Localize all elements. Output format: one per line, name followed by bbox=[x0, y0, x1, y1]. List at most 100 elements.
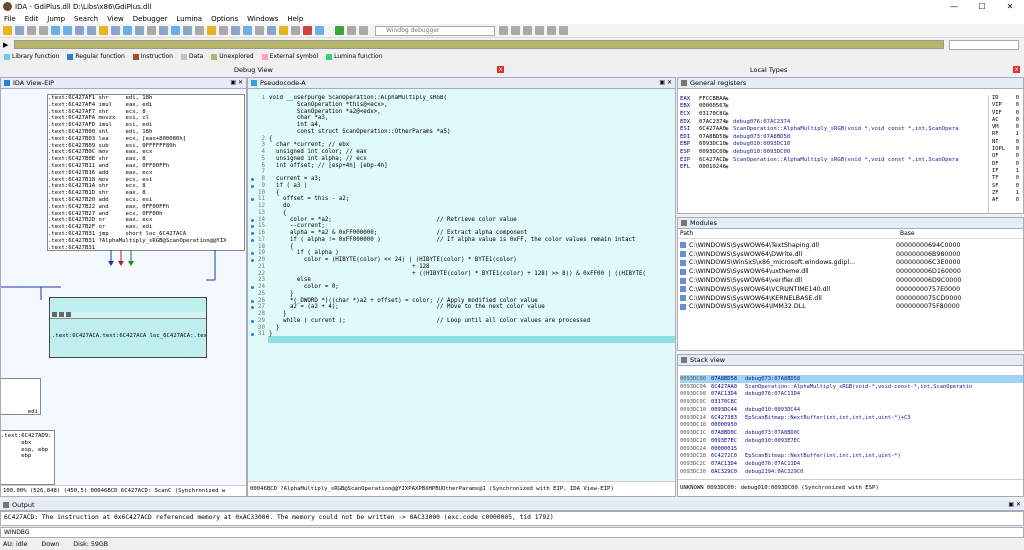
thread-icon[interactable] bbox=[243, 26, 252, 35]
graph-icon[interactable] bbox=[147, 26, 156, 35]
register-row[interactable]: EIP 6C427ACD ◉ ScanOperation::AlphaMultiply… bbox=[680, 156, 986, 164]
save-icon[interactable] bbox=[15, 26, 24, 35]
xrefs-icon[interactable] bbox=[135, 26, 144, 35]
asm-line[interactable]: .text:6C427B27 and ecx, 0FF00h bbox=[48, 211, 244, 218]
block-color-icon[interactable] bbox=[52, 312, 57, 318]
breakpoint-dot-icon[interactable] bbox=[251, 286, 254, 289]
code-line[interactable]: 30 } bbox=[248, 325, 675, 332]
register-value[interactable]: 6C427AA0 bbox=[699, 126, 726, 132]
code-line[interactable]: 20 color = (HIBYTE(color) << 24) | (HIBY… bbox=[248, 257, 675, 264]
register-row[interactable]: EDI 07A8BD58 ◉ debug073:07A8BD58 bbox=[680, 133, 986, 141]
module-row[interactable]: C:\WINDOWS\WinSxS\x86_microsoft.windows.… bbox=[678, 259, 1023, 268]
functions-icon[interactable] bbox=[111, 26, 120, 35]
menu-options[interactable]: Options bbox=[211, 15, 238, 23]
asm-line[interactable]: .text:6C427B31 ?AlphaMultiply_sRGB@ScanO… bbox=[48, 238, 244, 245]
asm-line[interactable]: .text:6C427ACA mov ecx, [ebp+offset] bbox=[193, 333, 206, 339]
pause-icon[interactable] bbox=[347, 26, 356, 35]
minimize-button[interactable]: — bbox=[940, 0, 968, 13]
code-line[interactable]: 29 while ( current ); // Loop until all … bbox=[248, 318, 675, 325]
code-line[interactable]: 1 void __userpurge ScanOperation::AlphaMu… bbox=[248, 95, 675, 102]
code-line[interactable]: 2{ bbox=[248, 136, 675, 143]
asm-line[interactable]: .text:6C427AF7 shr ecx, 8 bbox=[48, 109, 244, 116]
asm-line[interactable]: .text:6C427ACA bbox=[52, 333, 99, 339]
modules-col-path[interactable]: Path bbox=[680, 230, 900, 237]
asm-line[interactable]: .text:6C427B09 sub esi, 0FFFFFF80h bbox=[48, 143, 244, 150]
tab-local-types[interactable]: Local Types bbox=[750, 66, 787, 74]
register-row[interactable]: EDX 07AC2374 ◉ debug076:07AC2374 bbox=[680, 118, 986, 126]
stack-row[interactable]: 0093DC30 0AC329C0 debug2194:0AC329C0 bbox=[680, 468, 1023, 476]
asm-line[interactable]: .text:6C427B20 add ecx, esi bbox=[48, 197, 244, 204]
asm-line[interactable]: .text:6C427AD9: bbox=[1, 433, 54, 440]
step-into-icon[interactable] bbox=[523, 26, 532, 35]
calculator-icon[interactable] bbox=[291, 26, 300, 35]
lumina-icon[interactable] bbox=[315, 26, 324, 35]
code-line[interactable]: 23 else bbox=[248, 277, 675, 284]
code-line[interactable]: 9 if ( a3 ) bbox=[248, 183, 675, 190]
menu-lumina[interactable]: Lumina bbox=[176, 15, 202, 23]
close-debug-view-icon[interactable]: x bbox=[497, 66, 504, 73]
asm-block-top[interactable]: .text:6C427AF1 shr edi, 18h .text:6C427AF… bbox=[47, 94, 245, 251]
breakpoint-dot-icon[interactable] bbox=[251, 299, 254, 303]
breakpoint-dot-icon[interactable] bbox=[251, 238, 254, 242]
navigation-band[interactable] bbox=[14, 40, 945, 49]
asm-line[interactable]: .text:6C427B0E shr eax, 8 bbox=[48, 156, 244, 163]
code-line[interactable]: int a4, bbox=[248, 122, 675, 129]
settings-icon[interactable] bbox=[219, 26, 228, 35]
binary-search-icon[interactable] bbox=[87, 26, 96, 35]
hex-icon[interactable] bbox=[159, 26, 168, 35]
register-value[interactable]: 0093DC00 bbox=[699, 149, 726, 155]
flag-row[interactable]: AF 0 bbox=[989, 197, 1022, 204]
register-value[interactable]: 00000567 bbox=[699, 103, 726, 109]
flag-row[interactable]: IF 1 bbox=[989, 168, 1022, 175]
asm-line[interactable]: ebx bbox=[1, 440, 54, 447]
close-local-types-icon[interactable]: x bbox=[1013, 66, 1020, 73]
asm-line[interactable]: .text:6C427B11 and eax, 0FF00FFh bbox=[48, 163, 244, 170]
run-to-cursor-icon[interactable] bbox=[547, 26, 556, 35]
detach-icon[interactable] bbox=[511, 26, 520, 35]
code-line[interactable]: 8 current = a3; bbox=[248, 176, 675, 183]
code-line[interactable]: 25 } bbox=[248, 291, 675, 298]
code-line[interactable]: 13 { bbox=[248, 210, 675, 217]
stack-row[interactable]: 0093DC20 0093E7EC debug010:0093E7EC bbox=[680, 437, 1023, 445]
segment-dropdown[interactable] bbox=[949, 39, 1020, 50]
register-row[interactable]: EFL 00010246 ◉ bbox=[680, 163, 986, 171]
flag-row[interactable]: TF 0 bbox=[989, 175, 1022, 182]
step-over-icon[interactable] bbox=[535, 26, 544, 35]
asm-block-bottom[interactable]: .text:6C427AD9: ebx esp, ebp ebp bbox=[1, 430, 55, 485]
code-line[interactable]: 14 color = *a2; // Retrieve color value bbox=[248, 217, 675, 224]
module-row[interactable]: C:\WINDOWS\SysWOW64\IMM32.DLL 0000000075F… bbox=[678, 303, 1023, 312]
code-line[interactable]: 3 char *current; // ebx bbox=[248, 142, 675, 149]
asm-line[interactable]: .text:6C427B1A shr ecx, 8 bbox=[48, 183, 244, 190]
tab-debug-view[interactable]: Debug View bbox=[234, 66, 273, 74]
structures-icon[interactable] bbox=[171, 26, 180, 35]
plugins-icon[interactable] bbox=[207, 26, 216, 35]
text-search-icon[interactable] bbox=[75, 26, 84, 35]
code-line[interactable]: 31} bbox=[248, 331, 675, 338]
stack-row[interactable]: 0093DC24 00000015 bbox=[680, 445, 1023, 453]
module-row[interactable]: C:\WINDOWS\SysWOW64\TextShaping.dll 00000… bbox=[678, 241, 1023, 250]
register-row[interactable]: ESI 6C427AA0 ◉ ScanOperation::AlphaMultiply… bbox=[680, 125, 986, 133]
maximize-button[interactable]: ☐ bbox=[968, 0, 996, 13]
stack-row[interactable]: 0093DC18 00000950 bbox=[680, 422, 1023, 430]
enums-icon[interactable] bbox=[183, 26, 192, 35]
asm-line[interactable]: .text:6C427B03 lea ecx, [eax+800080h] bbox=[48, 136, 244, 143]
menu-search[interactable]: Search bbox=[74, 15, 98, 23]
code-line[interactable]: 19 if ( alpha ) bbox=[248, 250, 675, 257]
asm-line[interactable]: .text:6C427AF1 shr edi, 18h bbox=[48, 95, 244, 102]
stack-row[interactable]: 0093DC28 6C4272C0 EpScanBitmap::NextBuffer… bbox=[680, 453, 1023, 461]
flag-row[interactable]: IOPL 0 bbox=[989, 146, 1022, 153]
code-line[interactable]: 26 *(_DWORD *)((char *)a2 + offset) = co… bbox=[248, 298, 675, 305]
stack-row[interactable]: 0093DC10 0093DC44 debug010:0093DC44 bbox=[680, 406, 1023, 414]
register-value[interactable]: 6C427ACD bbox=[699, 157, 726, 163]
asm-line[interactable]: .text:6C427B22 and eax, 0FF00FFh bbox=[48, 204, 244, 211]
search-icon[interactable] bbox=[63, 26, 72, 35]
asm-line[interactable]: esp, ebp bbox=[1, 447, 54, 454]
code-line[interactable]: 6 int offset; // [esp+4h] [ebp-4h] bbox=[248, 163, 675, 170]
stop-icon[interactable] bbox=[359, 26, 368, 35]
flag-row[interactable]: ZF 1 bbox=[989, 190, 1022, 197]
menu-file[interactable]: File bbox=[4, 15, 16, 23]
register-value[interactable]: 0093DC10 bbox=[699, 141, 726, 147]
close-button[interactable]: ✕ bbox=[996, 0, 1024, 13]
register-value[interactable]: 00010246 bbox=[699, 164, 726, 170]
code-line[interactable]: 5 unsigned int alpha; // ecx bbox=[248, 156, 675, 163]
